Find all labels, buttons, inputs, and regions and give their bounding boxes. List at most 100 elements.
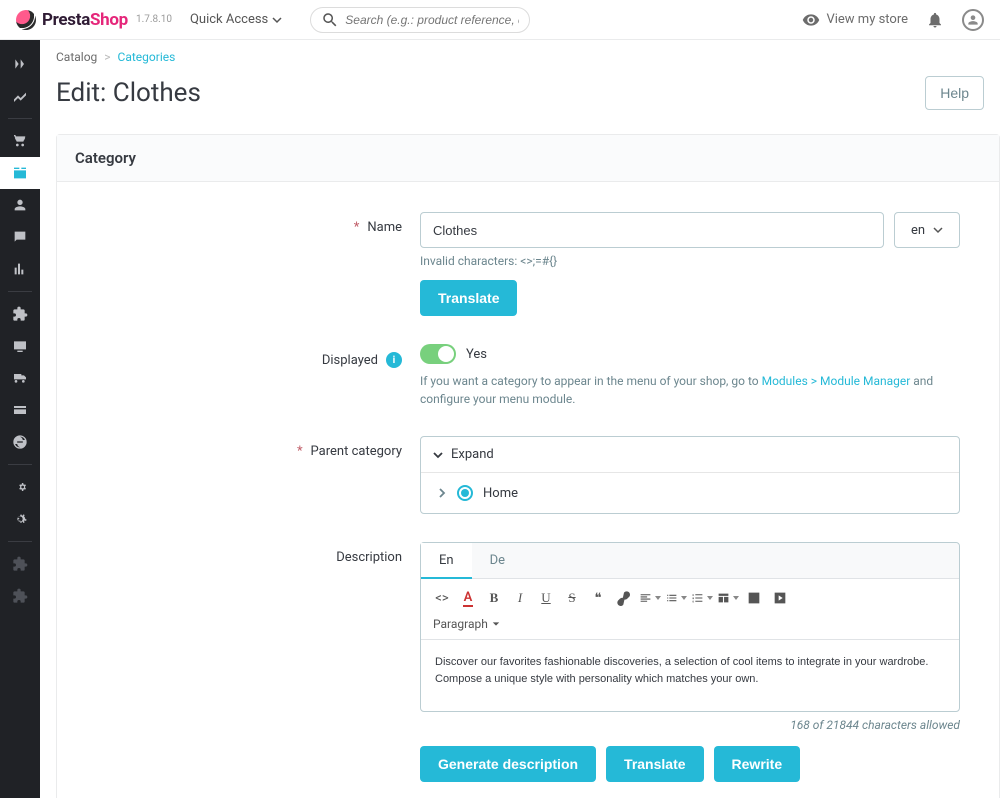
sidebar-catalog[interactable]: [0, 157, 40, 189]
label-description: Description: [85, 542, 420, 565]
panel-body: * Name en Invalid characters: <>;=#{}: [57, 182, 999, 798]
label-name: * Name: [85, 212, 420, 235]
sidebar-design[interactable]: [0, 330, 40, 362]
radio-selected-icon: [457, 485, 473, 501]
editor-tabs: En De: [421, 543, 959, 579]
link-icon[interactable]: [613, 587, 635, 609]
lang-label: en: [911, 223, 925, 238]
search-icon: [321, 11, 339, 29]
breadcrumb-catalog[interactable]: Catalog: [56, 50, 97, 64]
profile-avatar[interactable]: [962, 9, 984, 31]
translate-description-button[interactable]: Translate: [606, 746, 703, 782]
category-panel: Category * Name en: [56, 134, 1000, 798]
sidebar-extra-2[interactable]: [0, 580, 40, 612]
numbered-list-icon[interactable]: [691, 587, 713, 609]
bullet-list-icon[interactable]: [665, 587, 687, 609]
search-pill[interactable]: [310, 7, 530, 33]
tree-item-home[interactable]: Home: [421, 473, 959, 513]
generate-description-button[interactable]: Generate description: [420, 746, 596, 782]
main-content: Catalog > Categories Edit: Clothes Help …: [40, 40, 1000, 798]
sidebar-shop-params[interactable]: [0, 471, 40, 503]
row-parent: * Parent category Expand: [85, 436, 971, 514]
underline-icon[interactable]: U: [535, 587, 557, 609]
label-displayed: Displayed i: [85, 344, 420, 368]
italic-icon[interactable]: I: [509, 587, 531, 609]
text-color-icon[interactable]: A: [457, 587, 479, 609]
rewrite-button[interactable]: Rewrite: [714, 746, 801, 782]
bold-icon[interactable]: B: [483, 587, 505, 609]
search-input[interactable]: [345, 13, 519, 27]
sidebar-customers[interactable]: [0, 189, 40, 221]
sidebar-divider: [8, 118, 32, 119]
info-icon[interactable]: i: [386, 352, 402, 368]
sidebar-dashboard[interactable]: [0, 80, 40, 112]
topbar-right: View my store: [802, 9, 984, 31]
logo[interactable]: PrestaShop: [16, 10, 128, 30]
rich-editor: En De <> A B I U S ❝: [420, 542, 960, 712]
chevron-right-icon: [437, 488, 447, 498]
strike-icon[interactable]: S: [561, 587, 583, 609]
editor-toolbar: <> A B I U S ❝: [421, 579, 959, 640]
row-name: * Name en Invalid characters: <>;=#{}: [85, 212, 971, 316]
source-code-icon[interactable]: <>: [431, 587, 453, 609]
name-input[interactable]: [420, 212, 884, 248]
search-wrap: [310, 7, 530, 33]
tab-en[interactable]: En: [421, 543, 472, 578]
sidebar-customer-service[interactable]: [0, 221, 40, 253]
bell-icon[interactable]: [926, 11, 944, 29]
sidebar-shipping[interactable]: [0, 362, 40, 394]
sidebar-expand[interactable]: [0, 48, 40, 80]
sidebar: [0, 40, 40, 798]
menu-note: If you want a category to appear in the …: [420, 372, 960, 408]
align-icon[interactable]: [639, 587, 661, 609]
table-icon[interactable]: [717, 587, 739, 609]
sidebar-orders[interactable]: [0, 125, 40, 157]
quick-access-label: Quick Access: [190, 12, 268, 27]
chevron-down-icon: [272, 15, 282, 25]
required-mark: *: [297, 444, 303, 459]
version-text: 1.7.8.10: [136, 14, 172, 25]
breadcrumb-categories[interactable]: Categories: [118, 50, 176, 64]
page-header: Edit: Clothes Help: [40, 64, 1000, 134]
row-description: Description En De <> A B: [85, 542, 971, 798]
help-button[interactable]: Help: [925, 76, 984, 110]
sidebar-stats[interactable]: [0, 253, 40, 285]
sidebar-divider: [8, 541, 32, 542]
displayed-toggle[interactable]: [420, 344, 456, 364]
tab-de[interactable]: De: [472, 543, 523, 578]
translate-button[interactable]: Translate: [420, 280, 517, 316]
sidebar-payment[interactable]: [0, 394, 40, 426]
image-icon[interactable]: [743, 587, 765, 609]
sidebar-modules[interactable]: [0, 298, 40, 330]
breadcrumb: Catalog > Categories: [40, 40, 1000, 64]
eye-icon: [802, 11, 820, 29]
lang-select[interactable]: en: [894, 212, 960, 248]
ai-buttons: Generate description Translate Rewrite: [420, 746, 960, 782]
chevron-down-icon: [433, 450, 443, 460]
video-icon[interactable]: [769, 587, 791, 609]
row-displayed: Displayed i Yes If you want a category t…: [85, 344, 971, 408]
sidebar-extra-1[interactable]: [0, 548, 40, 580]
blockquote-icon[interactable]: ❝: [587, 587, 609, 609]
logo-mark-icon: [16, 10, 36, 30]
view-store-link[interactable]: View my store: [802, 11, 908, 29]
panel-title: Category: [57, 135, 999, 182]
chevron-down-icon: [933, 225, 943, 235]
page-title: Edit: Clothes: [56, 78, 201, 108]
required-mark: *: [354, 220, 360, 235]
tree-expand[interactable]: Expand: [421, 437, 959, 473]
category-tree: Expand Home: [420, 436, 960, 514]
person-icon: [966, 13, 980, 27]
paragraph-select[interactable]: Paragraph: [431, 613, 949, 631]
view-store-label: View my store: [826, 12, 908, 27]
sidebar-advanced[interactable]: [0, 503, 40, 535]
editor-content[interactable]: Discover our favorites fashionable disco…: [421, 640, 959, 711]
sidebar-international[interactable]: [0, 426, 40, 458]
breadcrumb-sep: >: [104, 50, 110, 64]
expand-label: Expand: [451, 447, 494, 462]
label-parent: * Parent category: [85, 436, 420, 459]
module-manager-link[interactable]: Modules > Module Manager: [762, 374, 911, 388]
displayed-value: Yes: [466, 347, 487, 362]
quick-access-menu[interactable]: Quick Access: [190, 12, 282, 27]
tree-item-label: Home: [483, 486, 518, 501]
